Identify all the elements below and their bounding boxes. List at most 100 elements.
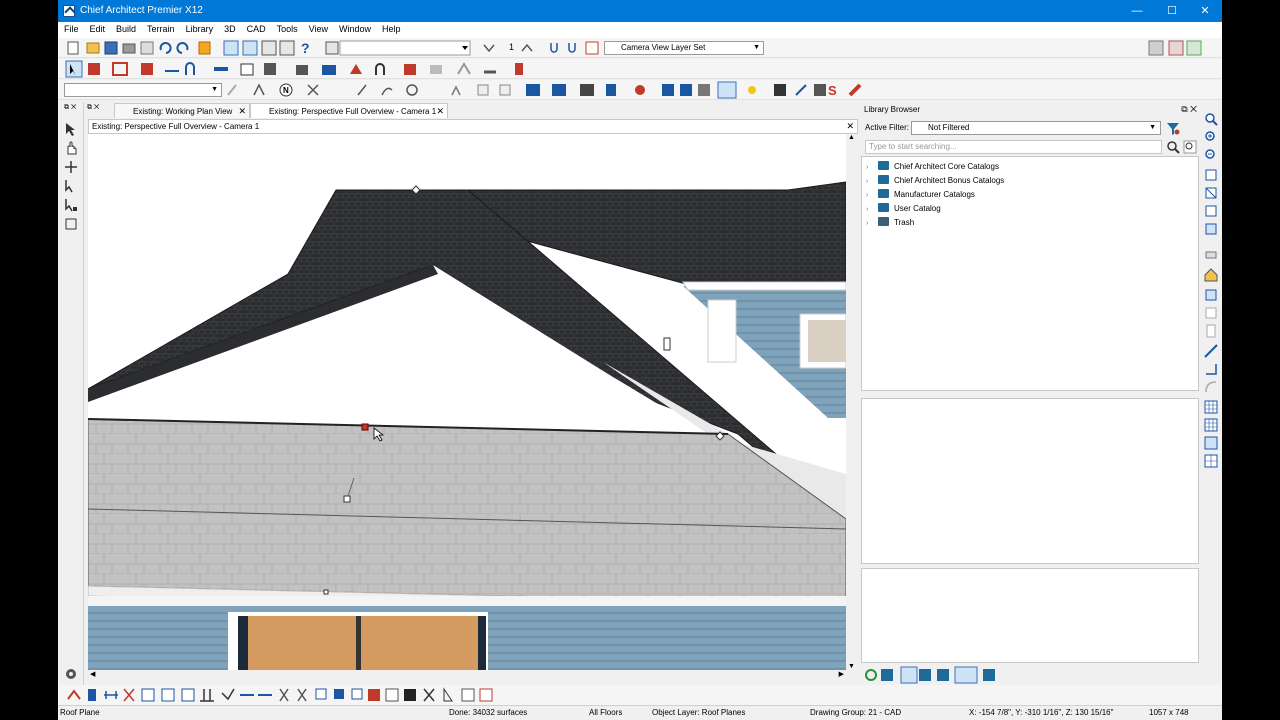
pin-icon[interactable]: ⧉ ✕ — [64, 104, 76, 112]
library-tree: › Chief Architect Core Catalogs › Chief Ar… — [861, 156, 1199, 391]
trash-icon — [878, 217, 889, 226]
main-toolbar: ? 1 Camera View Layer Set — [58, 38, 1222, 58]
menu-terrain[interactable]: Terrain — [141, 22, 180, 34]
status-coordinates: X: -154 7/8", Y: -310 1/16", Z: 130 15/1… — [969, 708, 1114, 717]
menu-tools[interactable]: Tools — [271, 22, 303, 34]
build-toolbar-icons[interactable] — [58, 59, 1222, 79]
layer-icon[interactable] — [1204, 248, 1218, 262]
menu-3d[interactable]: 3D — [218, 22, 241, 34]
app-icon — [63, 5, 75, 17]
zoom-out-icon[interactable] — [1204, 148, 1218, 162]
active-filter-label: Active Filter: — [865, 123, 910, 132]
reshape-icon[interactable] — [64, 198, 78, 212]
status-object: Roof Plane — [60, 708, 100, 717]
folder-icon — [878, 203, 889, 212]
active-filter-dropdown[interactable]: Not Filtered — [911, 121, 1161, 135]
status-object-layer: Object Layer: Roof Planes — [652, 708, 746, 717]
angle-icon[interactable] — [1204, 362, 1218, 376]
layer-set-dropdown[interactable]: Camera View Layer Set — [604, 41, 764, 55]
library-search-input[interactable]: Type to start searching... — [865, 140, 1162, 154]
tab-perspective[interactable]: Existing: Perspective Full Overview - Ca… — [250, 103, 448, 118]
search-icon[interactable] — [1166, 140, 1180, 154]
status-floors: All Floors — [589, 708, 623, 717]
tree-item-trash[interactable]: › Trash — [866, 216, 914, 230]
folder-icon — [878, 189, 889, 198]
zoom-in-icon[interactable] — [1204, 130, 1218, 144]
maximize-button[interactable]: ☐ — [1155, 0, 1189, 22]
menu-window[interactable]: Window — [333, 22, 376, 34]
dimension-icon[interactable] — [1204, 344, 1218, 358]
view-close-button[interactable]: ✕ — [846, 120, 854, 133]
menu-build[interactable]: Build — [110, 22, 141, 34]
3d-viewport[interactable] — [88, 134, 846, 670]
vertical-scrollbar[interactable]: ▲ ▼ — [846, 134, 858, 670]
window-title: Chief Architect Premier X12 — [80, 5, 203, 16]
page-icon[interactable] — [1204, 324, 1218, 338]
library-browser: Library Browser ⧉ ✕ Active Filter: Not F… — [861, 102, 1201, 685]
status-done: Done: 34032 surfaces — [449, 708, 528, 717]
cad-toolbar: N S — [58, 80, 1222, 100]
minimize-button[interactable]: — — [1120, 0, 1154, 22]
tree-item-manufacturer-catalogs[interactable]: › Manufacturer Catalogs — [866, 188, 975, 202]
tab-close-button[interactable]: ✕ — [238, 104, 246, 119]
reference-grid-icon[interactable] — [1204, 436, 1218, 450]
home-icon[interactable] — [1204, 268, 1218, 282]
library-title: Library Browser — [864, 105, 921, 114]
fill-window-all-icon[interactable] — [1204, 204, 1218, 218]
menu-help[interactable]: Help — [376, 22, 406, 34]
menu-view[interactable]: View — [303, 22, 333, 34]
svg-text:?: ? — [301, 40, 310, 56]
arc-icon[interactable] — [1204, 380, 1218, 394]
library-description-pane — [861, 568, 1199, 663]
fill-window-icon[interactable] — [1204, 186, 1218, 200]
pan-window-icon[interactable] — [1204, 222, 1218, 236]
view-title: Existing: Perspective Full Overview - Ca… — [92, 122, 260, 131]
left-toolbar: ⧉ ✕ — [58, 102, 84, 685]
view-header: Existing: Perspective Full Overview - Ca… — [88, 119, 858, 134]
grid-icon[interactable] — [1204, 400, 1218, 414]
close-window-button[interactable]: ✕ — [1188, 0, 1222, 22]
library-bottom-toolbar — [861, 665, 1201, 685]
horizontal-scrollbar[interactable]: ◀ ▶ — [88, 670, 858, 682]
tab-label: Existing: Perspective Full Overview - Ca… — [269, 107, 437, 116]
pan-hand-icon[interactable] — [64, 141, 78, 155]
undo-zoom-icon[interactable] — [1204, 168, 1218, 182]
edit-toolbar-icons[interactable] — [58, 685, 518, 705]
zoom-icon[interactable] — [1204, 112, 1218, 126]
snap-grid-icon[interactable] — [1204, 418, 1218, 432]
transform-icon[interactable] — [64, 217, 78, 231]
filter-icon[interactable] — [1166, 122, 1180, 135]
menu-file[interactable]: File — [58, 22, 84, 34]
status-size: 1057 x 748 — [1149, 708, 1189, 717]
menu-cad[interactable]: CAD — [241, 22, 271, 34]
move-icon[interactable] — [64, 160, 78, 174]
tab-working-plan[interactable]: Existing: Working Plan View ✕ — [114, 103, 250, 118]
cad-toolbar-icons[interactable]: N S — [58, 80, 1222, 100]
tab-pin-icon[interactable]: ⧉ ✕ — [87, 104, 99, 112]
svg-text:S: S — [828, 83, 837, 98]
settings-gear-icon[interactable] — [64, 667, 78, 681]
library-header: Library Browser ⧉ ✕ — [861, 102, 1201, 117]
title-bar: Chief Architect Premier X12 — ☐ ✕ — [58, 0, 1222, 22]
edit-arrow-icon[interactable] — [64, 179, 78, 193]
tree-item-user-catalog[interactable]: › User Catalog — [866, 202, 941, 216]
menu-library[interactable]: Library — [180, 22, 219, 34]
tab-close-button[interactable]: ✕ — [436, 104, 444, 119]
library-toolbar-icons[interactable] — [861, 665, 1001, 685]
select-arrow-icon[interactable] — [64, 122, 78, 136]
patio-door — [248, 616, 478, 670]
tree-item-bonus-catalogs[interactable]: › Chief Architect Bonus Catalogs — [866, 174, 1004, 188]
app-window: Chief Architect Premier X12 — ☐ ✕ File Ed… — [58, 0, 1222, 720]
status-drawing-group: Drawing Group: 21 - CAD — [810, 708, 902, 717]
catalog-folder-icon — [878, 175, 889, 184]
advanced-search-icon[interactable] — [1183, 140, 1197, 154]
cad-grid-icon[interactable] — [1204, 454, 1218, 468]
menu-edit[interactable]: Edit — [84, 22, 111, 34]
tree-item-core-catalogs[interactable]: › Chief Architect Core Catalogs — [866, 160, 999, 174]
status-bar: Roof Plane Done: 34032 surfaces All Floo… — [58, 705, 1222, 720]
library-panel-controls[interactable]: ⧉ ✕ — [1181, 102, 1197, 117]
floor-above-icon[interactable] — [1204, 288, 1218, 302]
menu-bar: File Edit Build Terrain Library 3D CAD Tools Vie… — [58, 22, 1222, 38]
catalog-folder-icon — [878, 161, 889, 170]
floor-below-icon[interactable] — [1204, 306, 1218, 320]
